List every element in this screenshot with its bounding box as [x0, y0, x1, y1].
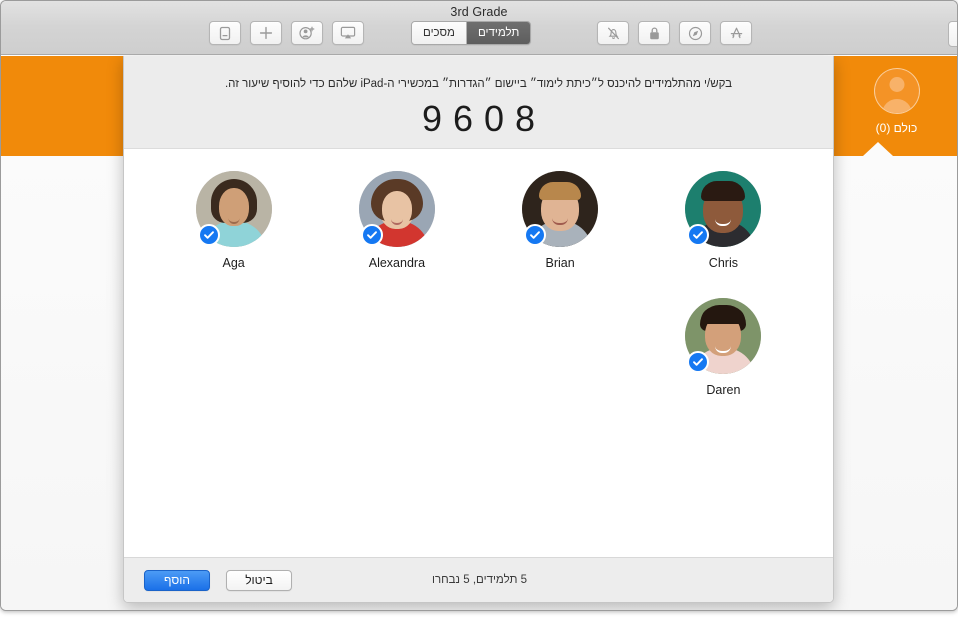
tab-students[interactable]: תלמידים [465, 22, 531, 44]
tab-screens[interactable]: מסכים [412, 22, 466, 44]
student-name: Aga [222, 256, 245, 270]
student-name: Daren [706, 383, 741, 397]
add-person-icon[interactable] [291, 21, 323, 45]
student-card[interactable]: Alexandra [315, 171, 478, 270]
avatar-wrap [195, 171, 272, 247]
group-person-icon [873, 68, 920, 114]
student-card[interactable]: Daren [642, 298, 805, 397]
app-store-icon[interactable] [720, 21, 752, 45]
toolbar-overflow-button[interactable] [948, 21, 957, 47]
sheet-footer: הוסף ביטול 5 תלמידים, 5 נבחרו [124, 557, 833, 602]
student-card[interactable]: Chris [642, 171, 805, 270]
class-group-tile[interactable]: כולם (0) [834, 56, 957, 156]
app-root: כולם (0) בקש/י מהתלמידים להיכנס ל״כיתת ל… [0, 0, 958, 617]
sheet-header: בקש/י מהתלמידים להיכנס ל״כיתת לימוד״ ביי… [124, 56, 833, 149]
toolbar-right-group [597, 21, 752, 45]
class-group-label: כולם (0) [875, 121, 918, 135]
student-name: Brian [545, 256, 575, 270]
window-title: 3rd Grade [450, 5, 508, 19]
student-grid: Chris Brian Alexandra Aga Daren [152, 171, 805, 397]
avatar-wrap [358, 171, 435, 247]
selection-status: 5 תלמידים, 5 נבחרו [431, 574, 528, 586]
selected-check-icon [360, 224, 383, 246]
toolbar-left-group [209, 21, 364, 45]
view-mode-segmented-control[interactable]: מסכים תלמידים [411, 21, 532, 45]
student-card[interactable]: Aga [152, 171, 315, 270]
sheet-body: Chris Brian Alexandra Aga Daren [124, 149, 833, 557]
classroom-window: כולם (0) בקש/י מהתלמידים להיכנס ל״כיתת ל… [0, 0, 958, 611]
avatar-wrap [685, 298, 762, 374]
selected-check-icon [524, 224, 547, 246]
student-name: Chris [708, 256, 738, 270]
plus-icon[interactable] [250, 21, 282, 45]
safari-compass-icon[interactable] [679, 21, 711, 45]
class-join-code: 9608 [421, 97, 547, 139]
sheet-instruction-text: בקש/י מהתלמידים להיכנס ל״כיתת לימוד״ ביי… [224, 78, 733, 90]
window-titlebar: 3rd Grade מסכים תלמידים [1, 1, 957, 55]
tile-pointer-notch [863, 142, 893, 156]
avatar-wrap [522, 171, 599, 247]
avatar-wrap [685, 171, 762, 247]
student-card[interactable]: Brian [479, 171, 642, 270]
screen-view-icon[interactable] [209, 21, 241, 45]
mute-bell-icon[interactable] [597, 21, 629, 45]
student-name: Alexandra [368, 256, 426, 270]
airplay-icon[interactable] [332, 21, 364, 45]
lock-icon[interactable] [638, 21, 670, 45]
add-students-sheet: בקש/י מהתלמידים להיכנס ל״כיתת לימוד״ ביי… [123, 56, 834, 603]
selected-check-icon [197, 224, 220, 246]
